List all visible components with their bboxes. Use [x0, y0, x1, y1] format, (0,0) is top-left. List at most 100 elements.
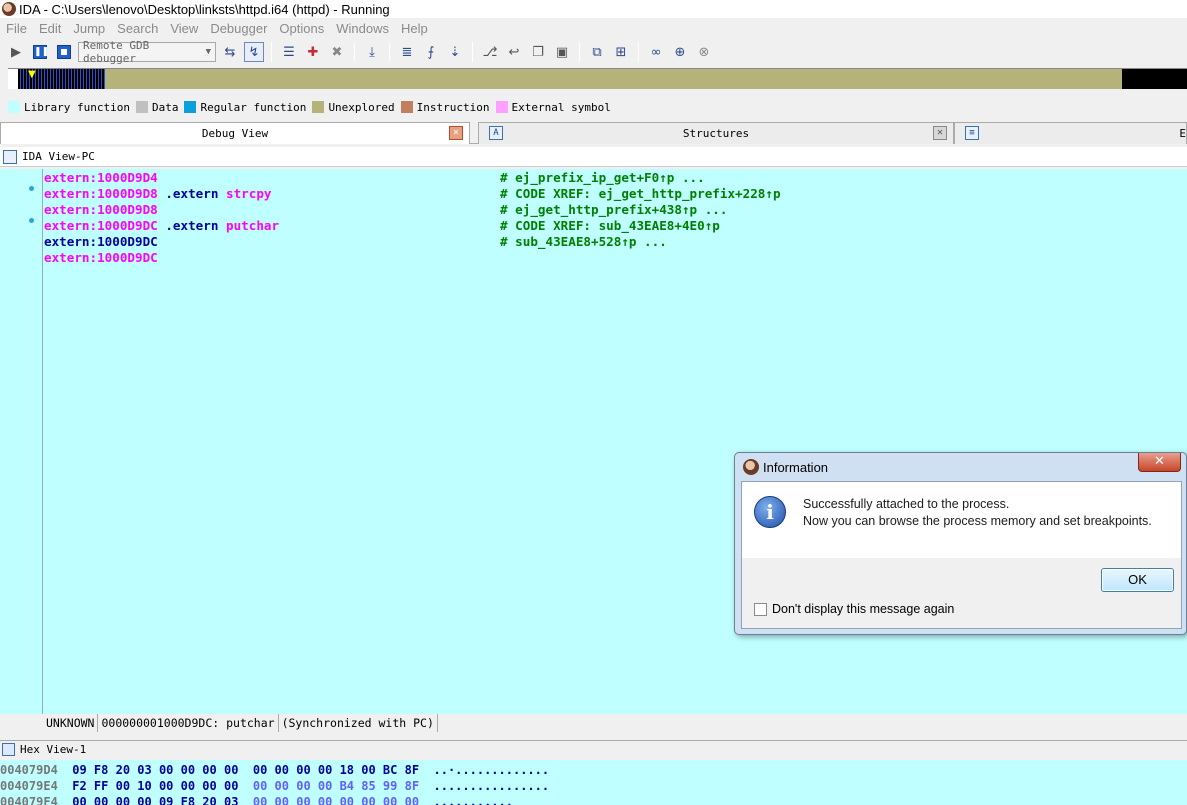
- delete-watch-icon[interactable]: ⊗: [694, 42, 714, 62]
- ida-view-status: UNKNOWN 000000001000D9DC: putchar (Synch…: [43, 714, 1187, 732]
- menu-debugger[interactable]: Debugger: [204, 21, 273, 36]
- legend-swatch: [312, 101, 325, 113]
- step-into-icon[interactable]: ⤓: [362, 42, 382, 62]
- view-tabs: Debug View ✕ A Structures ✕ ≡ E: [0, 122, 1187, 144]
- ida-view-icon: [3, 149, 17, 164]
- structures-icon: A: [489, 126, 503, 140]
- legend-instruction: Instruction: [400, 101, 490, 114]
- hex-row[interactable]: 004079E4 F2 FF 00 10 00 00 00 00 00 00 0…: [0, 779, 549, 794]
- legend-regular-function: Regular function: [184, 101, 306, 114]
- menu-view[interactable]: View: [164, 21, 204, 36]
- trace-list-icon[interactable]: ≣: [397, 42, 417, 62]
- pause-process-icon[interactable]: ❚❚: [30, 42, 50, 62]
- delete-breakpoint-icon[interactable]: ✖: [327, 42, 347, 62]
- graph-icon[interactable]: ⎇: [480, 42, 500, 62]
- xref-marker-icon: [29, 218, 34, 223]
- close-tab-icon[interactable]: ✕: [449, 126, 463, 140]
- toolbar-separator: [579, 42, 580, 62]
- windows-icon[interactable]: ⧉: [587, 42, 607, 62]
- watch-icon[interactable]: ∞: [646, 42, 666, 62]
- window-title: IDA - C:\Users\lenovo\Desktop\linksts\ht…: [19, 1, 390, 17]
- dialog-title: Information: [763, 459, 829, 475]
- legend-external-symbol: External symbol: [495, 101, 611, 114]
- dialog-titlebar[interactable]: Information: [735, 453, 1186, 481]
- layout-icon[interactable]: ⊞: [611, 42, 631, 62]
- run-to-cursor-icon[interactable]: ↯: [244, 42, 264, 62]
- disasm-line[interactable]: extern:1000D9DC .extern putchar: [44, 218, 279, 234]
- window-titlebar: IDA - C:\Users\lenovo\Desktop\linksts\ht…: [0, 0, 1187, 18]
- add-watch-icon[interactable]: ⊕: [670, 42, 690, 62]
- function-trace-icon[interactable]: ⨍: [421, 42, 441, 62]
- toolbar-separator: [354, 42, 355, 62]
- attach-process-icon[interactable]: ⇆: [220, 42, 240, 62]
- legend-unexplored: Unexplored: [312, 101, 395, 114]
- hex-dump[interactable]: 004079D4 09 F8 20 03 00 00 00 00 00 00 0…: [0, 760, 1187, 805]
- ok-button[interactable]: OK: [1101, 568, 1174, 592]
- breakpoint-list-icon[interactable]: ☰: [279, 42, 299, 62]
- hex-row[interactable]: 004079F4 00 00 00 00 09 F8 20 03 00 00 0…: [0, 795, 513, 805]
- status-location: 000000001000D9DC: putchar: [98, 714, 279, 732]
- enums-icon: ≡: [965, 126, 979, 140]
- symbol-strcpy[interactable]: strcpy: [226, 186, 272, 201]
- hex-view-title-bar: Hex View-1: [0, 740, 1187, 758]
- checkbox-label: Don't display this message again: [772, 602, 955, 616]
- tab-debug-view[interactable]: Debug View ✕: [0, 122, 470, 144]
- legend-swatch: [400, 101, 413, 113]
- close-tab-icon[interactable]: ✕: [933, 126, 947, 140]
- disasm-line[interactable]: extern:1000D9D4: [44, 170, 158, 186]
- nav-cursor-arrow-icon: ▼: [28, 69, 36, 80]
- navigation-band[interactable]: ▼: [8, 68, 1187, 89]
- legend-swatch: [495, 101, 508, 113]
- step-over-icon[interactable]: ⇣: [445, 42, 465, 62]
- ida-app-icon: [743, 459, 759, 475]
- menu-windows[interactable]: Windows: [330, 21, 395, 36]
- disasm-comment: # CODE XREF: sub_43EAE8+4E0↑p: [500, 218, 720, 233]
- symbol-putchar[interactable]: putchar: [226, 218, 279, 233]
- information-dialog: Information ✕ i Successfully attached to…: [734, 452, 1187, 635]
- add-breakpoint-icon[interactable]: ✚: [303, 42, 323, 62]
- chevron-down-icon: ▼: [205, 47, 211, 57]
- copy-icon[interactable]: ❐: [528, 42, 548, 62]
- debugger-select[interactable]: Remote GDB debugger ▼: [78, 39, 216, 65]
- menu-file[interactable]: File: [0, 21, 33, 36]
- disasm-line[interactable]: extern:1000D9D8: [44, 202, 158, 218]
- segment-icon[interactable]: ▣: [552, 42, 572, 62]
- dont-display-checkbox[interactable]: Don't display this message again: [754, 602, 954, 616]
- legend-swatch: [135, 101, 148, 113]
- checkbox-box[interactable]: [754, 602, 767, 616]
- menu-edit[interactable]: Edit: [33, 21, 67, 36]
- toolbar-separator: [271, 42, 272, 62]
- tab-enums[interactable]: ≡ E: [954, 122, 1187, 144]
- ida-view-title-bar: IDA View-PC: [0, 147, 1187, 167]
- main-toolbar: ▶ ❚❚ Remote GDB debugger ▼ ⇆ ↯ ☰ ✚ ✖ ⤓ ≣…: [0, 38, 1187, 66]
- tab-structures[interactable]: A Structures ✕: [478, 122, 954, 144]
- disasm-line[interactable]: extern:1000D9D8 .extern strcpy: [44, 186, 272, 202]
- return-icon[interactable]: ↩: [504, 42, 524, 62]
- hex-view-icon: [2, 743, 15, 756]
- dialog-message-line2: Now you can browse the process memory an…: [803, 514, 1152, 528]
- nav-library-segment: [8, 69, 18, 89]
- legend-swatch: [8, 101, 20, 113]
- terminate-process-icon[interactable]: [54, 42, 74, 62]
- disasm-comment: # sub_43EAE8+528↑p ...: [500, 234, 667, 249]
- disasm-comment: # ej_get_http_prefix+438↑p ...: [500, 202, 728, 217]
- xref-marker-icon: [29, 186, 34, 191]
- toolbar-separator: [472, 42, 473, 62]
- continue-process-icon[interactable]: ▶: [6, 42, 26, 62]
- disasm-comment: # CODE XREF: ej_get_http_prefix+228↑p: [500, 186, 781, 201]
- menu-jump[interactable]: Jump: [67, 21, 111, 36]
- disasm-line[interactable]: extern:1000D9DC: [44, 250, 158, 266]
- color-legend: Library function Data Regular function U…: [8, 100, 617, 114]
- status-segment: UNKNOWN: [43, 714, 99, 732]
- disasm-comment: # ej_prefix_ip_get+F0↑p ...: [500, 170, 705, 185]
- disasm-line-current[interactable]: extern:1000D9DC: [44, 234, 158, 250]
- dialog-message: Successfully attached to the process. No…: [803, 496, 1152, 530]
- status-sync: (Synchronized with PC): [279, 714, 438, 732]
- menu-search[interactable]: Search: [111, 21, 164, 36]
- legend-library-function: Library function: [8, 101, 130, 114]
- dialog-close-button[interactable]: ✕: [1138, 453, 1181, 472]
- hex-row[interactable]: 004079D4 09 F8 20 03 00 00 00 00 00 00 0…: [0, 763, 549, 778]
- menu-bar: File Edit Jump Search View Debugger Opti…: [0, 18, 1187, 38]
- menu-options[interactable]: Options: [273, 21, 330, 36]
- menu-help[interactable]: Help: [395, 21, 434, 36]
